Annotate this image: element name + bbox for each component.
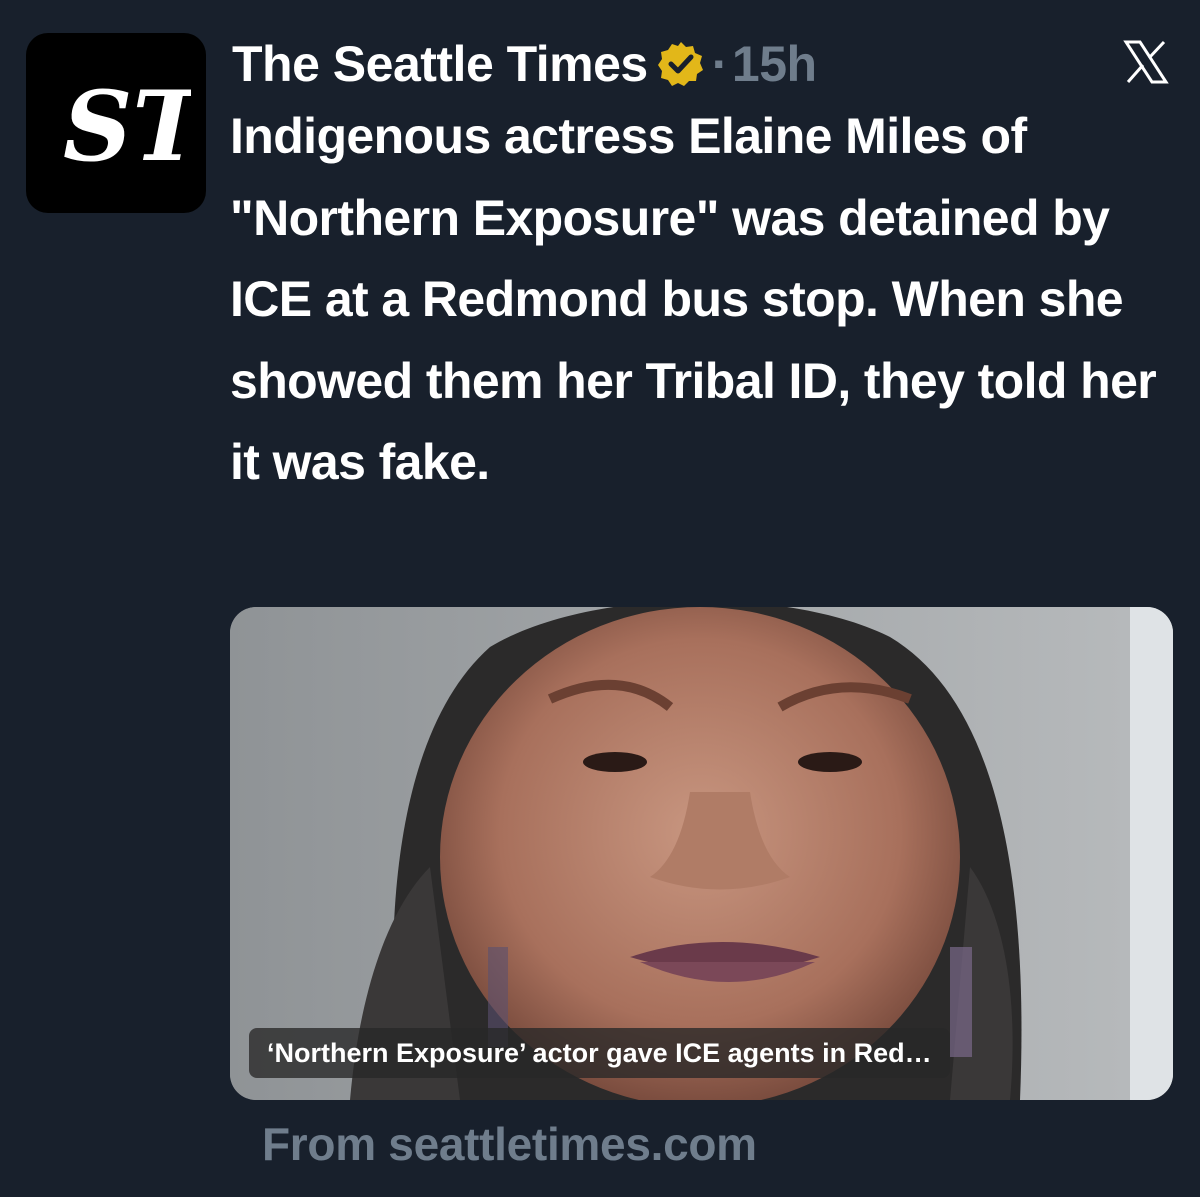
verified-badge-icon	[657, 42, 703, 86]
tweet-post: ST The Seattle Times · 15h Indigenous ac…	[0, 0, 1200, 1197]
article-photo	[230, 607, 1173, 1100]
tweet-text: Indigenous actress Elaine Miles of "Nort…	[230, 108, 1157, 490]
account-name[interactable]: The Seattle Times	[232, 35, 648, 93]
header-separator: ·	[711, 36, 729, 92]
x-logo-icon[interactable]	[1122, 38, 1170, 86]
link-source[interactable]: From seattletimes.com	[262, 1117, 757, 1171]
link-card-caption: ‘Northern Exposure’ actor gave ICE agent…	[249, 1028, 950, 1078]
tweet-header: The Seattle Times · 15h	[232, 34, 817, 94]
account-avatar[interactable]: ST	[26, 33, 206, 213]
svg-text:ST: ST	[63, 70, 191, 183]
link-card[interactable]: ‘Northern Exposure’ actor gave ICE agent…	[230, 607, 1173, 1100]
seattle-times-logo-icon: ST	[63, 70, 191, 183]
post-timestamp[interactable]: 15h	[732, 35, 817, 93]
